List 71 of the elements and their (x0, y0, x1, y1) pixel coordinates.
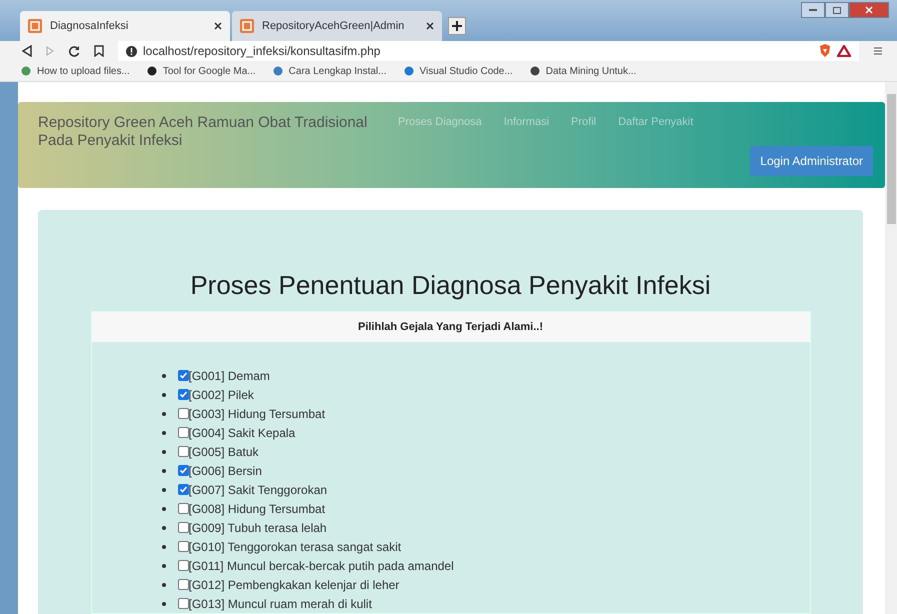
close-button[interactable] (849, 2, 889, 18)
bullet-icon (162, 544, 166, 548)
bookmark-link[interactable]: Data Mining Untuk... (528, 66, 636, 77)
bookmark-link[interactable]: Tool for Google Ma... (146, 66, 256, 77)
new-tab-button[interactable] (448, 16, 466, 34)
symptom-label: [G010] Tenggorokan terasa sangat sakit (188, 540, 402, 554)
bullet-icon (162, 468, 166, 472)
checkbox[interactable] (178, 503, 188, 514)
browser-tab[interactable]: RepositoryAcehGreen|Admin (232, 10, 442, 40)
checkbox[interactable] (178, 522, 188, 533)
symptom-label: [G002] Pilek (188, 388, 254, 402)
bookmark-link[interactable]: Visual Studio Code... (402, 66, 513, 77)
checkbox[interactable] (178, 465, 188, 476)
shield-icon[interactable] (819, 44, 831, 58)
address-bar[interactable]: localhost/repository_infeksi/konsultasifm.php (118, 41, 859, 62)
symptom-label: [G005] Batuk (188, 444, 259, 458)
symptom-label: [G004] Sakit Kepala (188, 426, 296, 440)
bullet-icon (162, 488, 166, 492)
symptom-label: [G003] Hidung Tersumbat (188, 406, 326, 420)
symptom-label: [G007] Sakit Tenggorokan (188, 482, 328, 496)
bullet-icon (162, 564, 166, 568)
checkbox[interactable] (178, 446, 188, 457)
checkbox[interactable] (178, 389, 188, 400)
symptom-label: [G001] Demam (188, 368, 270, 382)
info-icon[interactable] (126, 46, 137, 57)
bullet-icon (162, 430, 166, 434)
bullet-icon (162, 392, 166, 396)
login-button[interactable]: Login Administrator (750, 146, 873, 176)
close-icon[interactable] (426, 22, 434, 30)
checkbox[interactable] (178, 579, 188, 590)
close-icon (865, 6, 873, 14)
app-logo-icon (240, 18, 254, 32)
bookmark-icon[interactable] (94, 45, 104, 58)
symptom-label: [G012] Pembengkakan kelenjar di leher (188, 578, 400, 592)
close-icon[interactable] (214, 22, 222, 30)
back-icon[interactable] (22, 45, 32, 58)
checkbox[interactable] (178, 484, 188, 495)
bullet-icon (162, 526, 166, 530)
symptom-label: [G013] Muncul ruam merah di kulit (188, 596, 372, 610)
symptom-label: [G006] Bersin (188, 464, 262, 478)
bookmark-link[interactable]: Cara Lengkap Instal... (272, 66, 386, 77)
maximize-button[interactable] (825, 2, 849, 18)
checkbox[interactable] (178, 408, 188, 419)
checkbox[interactable] (178, 541, 188, 552)
minimize-icon (809, 8, 817, 12)
site-brand[interactable]: Repository Green Aceh Ramuan Obat Tradisional Pada Penyakit Infeksi (38, 114, 398, 188)
bookmark-link[interactable]: How to upload files... (20, 66, 130, 77)
plus-icon (452, 20, 462, 30)
checkbox[interactable] (178, 598, 188, 609)
symptom-label: [G009] Tubuh terasa lelah (188, 520, 327, 534)
bullet-icon (162, 602, 166, 606)
minimize-button[interactable] (801, 2, 825, 18)
scrollbar[interactable] (885, 82, 897, 614)
page-heading: Proses Penentuan Diagnosa Penyakit Infeksi (190, 270, 711, 301)
browser-tab[interactable]: DiagnosaInfeksi (20, 10, 230, 40)
bullet-icon (162, 374, 166, 378)
bullet-icon (162, 506, 166, 510)
bullet-icon (162, 412, 166, 416)
symptom-label: [G008] Hidung Tersumbat (188, 502, 326, 516)
triangle-icon[interactable] (837, 45, 851, 58)
bullet-icon (162, 450, 166, 454)
maximize-icon (833, 6, 841, 14)
app-logo-icon (28, 18, 42, 32)
checkbox[interactable] (178, 370, 188, 381)
symptom-label: [G011] Muncul bercak-bercak putih pada amandel (188, 558, 454, 572)
checkbox[interactable] (178, 560, 188, 571)
reload-icon[interactable] (68, 45, 80, 58)
card-header: Pilihlah Gejala Yang Terjadi Alami..! (92, 312, 810, 342)
bullet-icon (162, 582, 166, 586)
checkbox[interactable] (178, 427, 188, 438)
menu-icon[interactable] (873, 46, 883, 56)
